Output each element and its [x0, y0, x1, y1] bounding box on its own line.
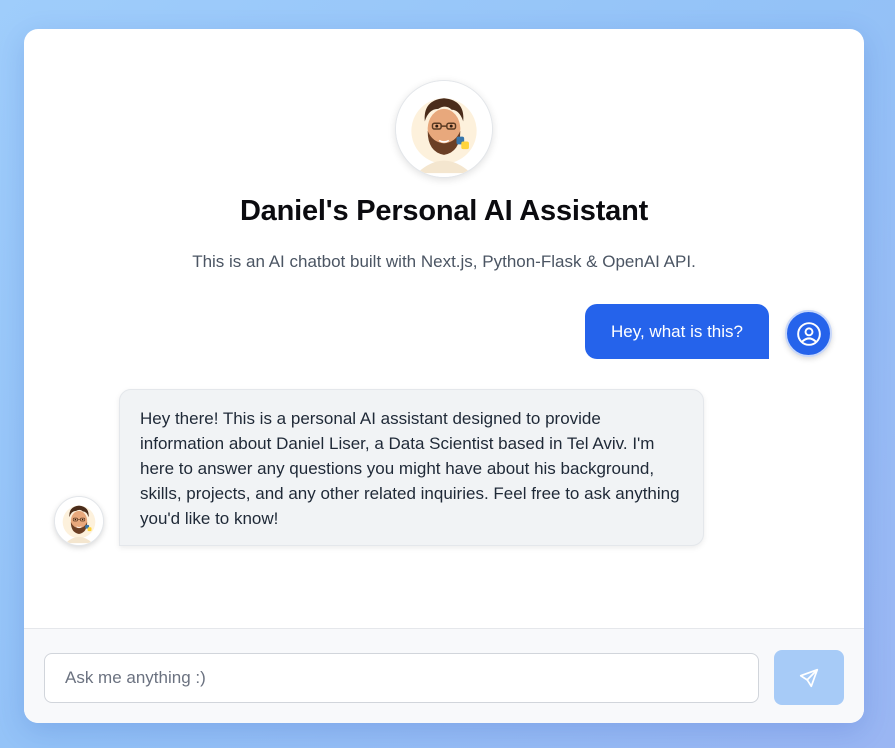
assistant-message-bubble: Hey there! This is a personal AI assista… [119, 389, 704, 546]
composer-bar [24, 628, 864, 723]
user-avatar [785, 310, 832, 357]
user-message-bubble: Hey, what is this? [585, 304, 769, 359]
assistant-header-avatar [395, 80, 493, 178]
memoji-avatar-icon [55, 497, 103, 545]
send-icon [799, 668, 819, 687]
chat-window: Daniel's Personal AI Assistant This is a… [24, 29, 864, 723]
user-circle-icon [796, 321, 821, 346]
memoji-avatar-icon [396, 81, 492, 177]
assistant-message-avatar [54, 496, 104, 546]
chat-input[interactable] [44, 653, 759, 703]
send-button[interactable] [774, 650, 844, 705]
page-title: Daniel's Personal AI Assistant [239, 195, 649, 227]
page-subtitle: This is an AI chatbot built with Next.js… [192, 252, 696, 271]
